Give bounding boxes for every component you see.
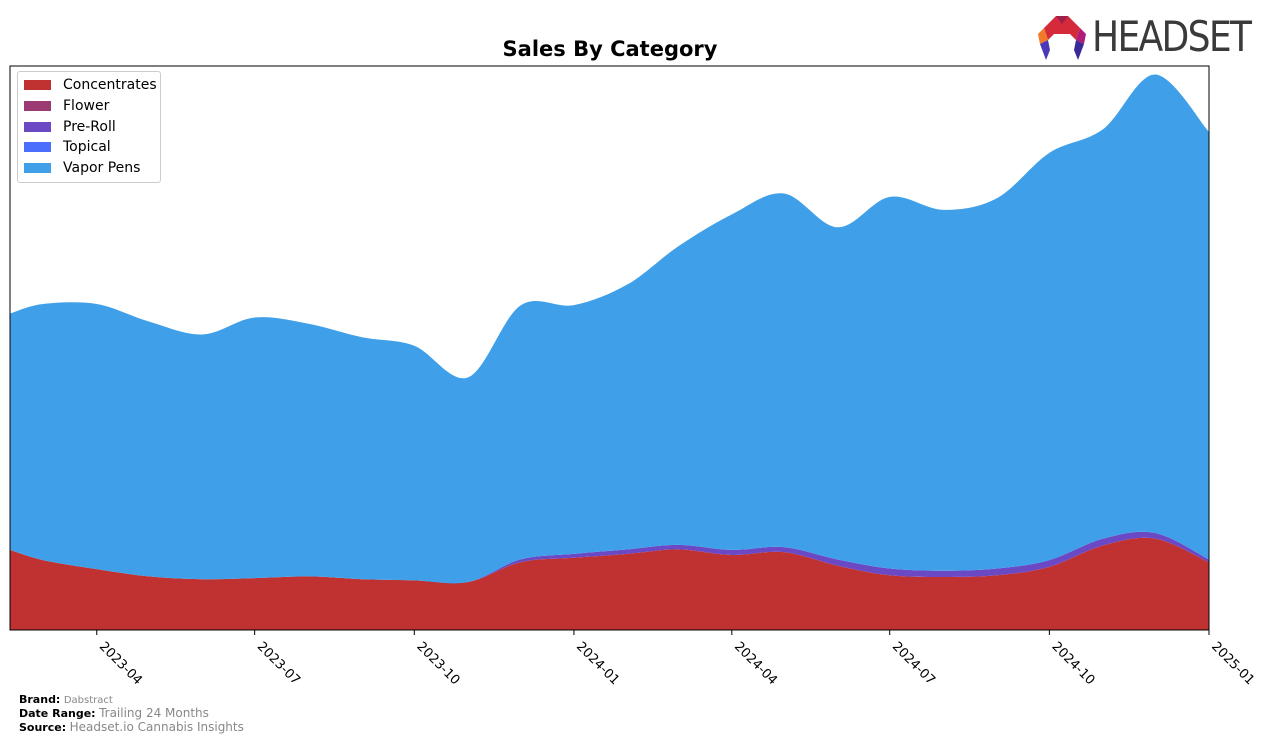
legend-swatch <box>24 142 51 152</box>
x-tick-label: 2023-07 <box>254 639 303 688</box>
legend-label: Flower <box>63 98 110 114</box>
legend-item-concentrates: Concentrates <box>24 76 157 94</box>
legend-item-topical: Topical <box>24 138 111 156</box>
legend: Concentrates Flower Pre-Roll Topical Vap… <box>17 71 161 183</box>
x-tick-label: 2024-07 <box>889 639 938 688</box>
legend-label: Topical <box>63 139 111 155</box>
legend-item-vapor-pens: Vapor Pens <box>24 159 140 177</box>
chart-svg: 2023-04 2023-07 2023-10 2024-01 2024-04 2024-… <box>9 65 1257 688</box>
legend-swatch <box>24 122 51 132</box>
area-layer <box>10 74 1209 630</box>
x-tick-label: 2025-01 <box>1208 639 1257 688</box>
legend-item-flower: Flower <box>24 97 109 115</box>
x-tick-label: 2023-10 <box>413 639 462 688</box>
legend-swatch <box>24 163 51 173</box>
legend-label: Concentrates <box>63 77 157 93</box>
x-tick-label: 2024-10 <box>1049 639 1098 688</box>
legend-swatch <box>24 101 51 111</box>
x-tick-label: 2023-04 <box>96 639 145 688</box>
legend-swatch <box>24 80 51 90</box>
legend-label: Pre-Roll <box>63 119 116 135</box>
footer-source: Source: Headset.io Cannabis Insights <box>19 720 244 734</box>
x-axis: 2023-04 2023-07 2023-10 2024-01 2024-04 2024-… <box>96 630 1257 688</box>
area-vapor-pens <box>10 74 1209 584</box>
x-tick-label: 2024-01 <box>573 639 622 688</box>
legend-item-pre-roll: Pre-Roll <box>24 118 116 136</box>
footer-date-range: Date Range: Trailing 24 Months <box>19 706 209 720</box>
legend-label: Vapor Pens <box>63 160 141 176</box>
footer-brand: Brand: Dabstract <box>19 693 113 706</box>
x-tick-label: 2024-04 <box>731 639 780 688</box>
